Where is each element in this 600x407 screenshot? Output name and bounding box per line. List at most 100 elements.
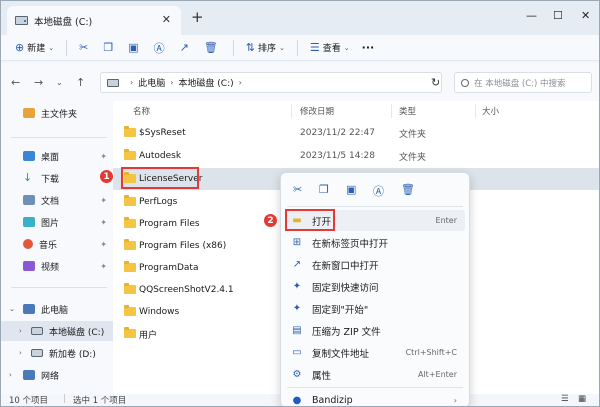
menu-item-bandizip[interactable]: ● Bandizip › (285, 390, 465, 406)
file-name: Program Files (x86) (139, 241, 227, 251)
view-list-icon: ☰ (309, 41, 320, 54)
sidebar-item-network[interactable]: › 网络 (1, 365, 113, 385)
selected-count: 选中 1 个项目 (73, 396, 127, 406)
new-tab-icon: ⊞ (292, 237, 302, 248)
file-name: $SysReset (139, 128, 186, 138)
column-header-modified[interactable]: 修改日期 (300, 105, 334, 117)
share-icon: ↗ (179, 41, 189, 54)
clipboard-icon: ▣ (128, 41, 139, 54)
view-button[interactable]: ☰ 查看 ⌄ (304, 37, 356, 59)
search-input[interactable]: 在 本地磁盘 (C:) 中搜索 (454, 72, 592, 93)
copy-icon[interactable]: ❐ (319, 183, 329, 196)
sidebar-label: 桌面 (41, 152, 60, 163)
forward-button[interactable]: → (34, 76, 43, 89)
folder-icon (124, 261, 136, 272)
table-row[interactable]: $SysReset 2023/11/2 22:47 文件夹 (113, 122, 599, 144)
sidebar-item-home[interactable]: 主文件夹 (1, 103, 113, 123)
shortcut-label: Alt+Enter (417, 370, 457, 379)
new-tab-button[interactable]: + (191, 10, 204, 25)
sidebar-label: 此电脑 (41, 305, 69, 316)
menu-item-pin-quick-access[interactable]: ✦ 固定到快速访问 (285, 276, 465, 297)
menu-item-open-new-window[interactable]: ↗ 在新窗口中打开 (285, 254, 465, 275)
menu-item-open-new-tab[interactable]: ⊞ 在新标签页中打开 (285, 232, 465, 253)
menu-item-pin-start[interactable]: ✦ 固定到"开始" (285, 298, 465, 319)
clipboard-icon[interactable]: ▣ (346, 183, 356, 196)
share-button[interactable]: ↗ (174, 37, 198, 59)
pin-icon[interactable]: ✦ (100, 218, 107, 227)
sidebar-item-new-volume-d[interactable]: › 新加卷 (D:) (1, 343, 113, 363)
details-view-icon[interactable]: ☰ (561, 394, 569, 404)
divider: | (63, 394, 66, 404)
copy-button[interactable]: ❐ (97, 37, 122, 59)
breadcrumb-this-pc[interactable]: 此电脑 (138, 76, 165, 89)
rename-button[interactable]: Ⓐ (148, 37, 174, 59)
computer-icon (23, 304, 35, 314)
sidebar-label: 主文件夹 (41, 109, 78, 120)
home-icon (23, 108, 35, 118)
zip-icon: ▤ (292, 325, 302, 336)
sidebar-item-local-disk-c[interactable]: › 本地磁盘 (C:) (1, 321, 113, 341)
chevron-right-icon[interactable]: › (19, 327, 22, 335)
step-badge-1: 1 (99, 169, 114, 184)
minimize-button[interactable]: — (526, 9, 537, 22)
column-header-size[interactable]: 大小 (482, 105, 499, 117)
sidebar-item-this-pc[interactable]: ⌄ 此电脑 (1, 299, 113, 319)
title-bar: 本地磁盘 (C:) ✕ + — ☐ ✕ (1, 1, 599, 35)
column-header-name[interactable]: 名称 (133, 105, 150, 117)
delete-button[interactable]: 🗑 (198, 37, 227, 59)
more-button[interactable]: ··· (356, 37, 381, 59)
sidebar-item-documents[interactable]: 文档 ✦ (1, 190, 113, 210)
navigation-pane: 主文件夹 桌面 ✦ ↓ 下载 ✦ 文档 ✦ 图片 ✦ 音乐 ✦ (1, 101, 113, 394)
pin-icon[interactable]: ✦ (100, 262, 107, 271)
back-button[interactable]: ← (11, 76, 20, 89)
column-separator[interactable] (291, 104, 292, 118)
download-icon: ↓ (23, 171, 33, 184)
sidebar-item-videos[interactable]: 视频 ✦ (1, 256, 113, 276)
sidebar-item-pictures[interactable]: 图片 ✦ (1, 212, 113, 232)
column-separator[interactable] (391, 104, 392, 118)
tab-close-icon[interactable]: ✕ (162, 13, 171, 26)
breadcrumb-local-disk[interactable]: 本地磁盘 (C:) (178, 76, 233, 89)
new-button[interactable]: ⊕ 新建 ⌄ (9, 37, 60, 59)
up-button[interactable]: ↑ (76, 76, 85, 89)
chevron-down-icon[interactable]: ⌄ (9, 305, 15, 313)
rename-icon[interactable]: Ⓐ (373, 183, 384, 199)
pin-icon[interactable]: ✦ (100, 196, 107, 205)
sort-icon: ⇅ (245, 41, 256, 54)
scissors-icon[interactable]: ✂ (293, 183, 302, 196)
table-row[interactable]: Autodesk 2023/11/5 14:28 文件夹 (113, 145, 599, 167)
menu-item-properties[interactable]: ⚙ 属性 Alt+Enter (285, 364, 465, 385)
sort-button[interactable]: ⇅ 排序 ⌄ (240, 37, 291, 59)
refresh-icon[interactable]: ↻ (431, 76, 440, 89)
sidebar-item-desktop[interactable]: 桌面 ✦ (1, 146, 113, 166)
maximize-button[interactable]: ☐ (553, 9, 563, 22)
context-menu: ✂ ❐ ▣ Ⓐ 🗑 ▬ 打开 Enter ⊞ 在新标签页中打开 ↗ 在新窗口中打… (280, 172, 470, 406)
column-header-type[interactable]: 类型 (399, 105, 416, 117)
chevron-right-icon: › (170, 78, 174, 87)
menu-label: 在新标签页中打开 (312, 238, 389, 250)
pin-icon[interactable]: ✦ (100, 240, 107, 249)
address-bar[interactable]: › 此电脑 › 本地磁盘 (C:) › (100, 72, 442, 93)
scissors-icon: ✂ (79, 41, 89, 54)
network-icon (23, 370, 35, 380)
folder-icon (124, 217, 136, 228)
chevron-right-icon[interactable]: › (19, 349, 22, 357)
sidebar-item-downloads[interactable]: ↓ 下载 ✦ (1, 168, 113, 188)
chevron-down-icon: ⌄ (48, 43, 55, 52)
menu-item-compress-zip[interactable]: ▤ 压缩为 ZIP 文件 (285, 320, 465, 341)
cut-button[interactable]: ✂ (73, 37, 97, 59)
paste-button[interactable]: ▣ (122, 37, 147, 59)
sidebar-item-music[interactable]: 音乐 ✦ (1, 234, 113, 254)
more-label: ··· (361, 41, 375, 54)
tiles-view-icon[interactable]: ▦ (578, 394, 586, 404)
chevron-right-icon[interactable]: › (9, 371, 12, 379)
pin-icon[interactable]: ✦ (100, 152, 107, 161)
tab-local-disk-c[interactable]: 本地磁盘 (C:) ✕ (7, 6, 181, 35)
menu-item-copy-path[interactable]: ▭ 复制文件地址 Ctrl+Shift+C (285, 342, 465, 363)
trash-icon[interactable]: 🗑 (401, 183, 415, 196)
command-bar: ⊕ 新建 ⌄ ✂ ❐ ▣ Ⓐ ↗ 🗑 ⇅ 排序 ⌄ ☰ 查看 ⌄ ··· (1, 35, 599, 61)
context-menu-actions: ✂ ❐ ▣ Ⓐ 🗑 (281, 173, 469, 205)
close-window-button[interactable]: ✕ (581, 9, 590, 22)
recent-dropdown-icon[interactable]: ⌄ (56, 78, 63, 87)
column-separator[interactable] (475, 104, 476, 118)
